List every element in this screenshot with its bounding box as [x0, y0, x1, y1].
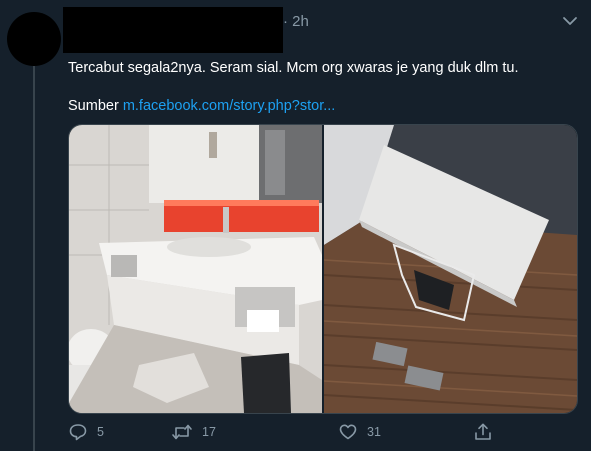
reply-button[interactable]: 5: [68, 421, 104, 443]
source-label: Sumber: [68, 98, 119, 114]
tweet-card[interactable]: · 2h Tercabut segala2nya. Seram sial. Mc…: [0, 0, 591, 451]
chevron-down-icon[interactable]: [562, 14, 578, 28]
source-link[interactable]: m.facebook.com/story.php?stor...: [123, 98, 336, 114]
action-bar: 5 17 31: [68, 421, 508, 443]
bathroom-sink-photo[interactable]: [69, 125, 322, 413]
like-button[interactable]: 31: [338, 421, 381, 443]
retweet-arrows-icon: [171, 422, 193, 442]
like-count: 31: [367, 425, 381, 439]
media-grid: [68, 124, 578, 414]
avatar[interactable]: [7, 12, 61, 66]
wall-panel-photo[interactable]: [324, 125, 577, 413]
speech-bubble-icon: [68, 422, 88, 442]
tweet-text: Tercabut segala2nya. Seram sial. Mcm org…: [68, 60, 519, 76]
heart-icon: [338, 422, 358, 442]
share-upload-icon: [473, 422, 493, 442]
tweet-timestamp[interactable]: · 2h: [283, 12, 309, 32]
retweet-button[interactable]: 17: [171, 421, 216, 443]
redacted-username[interactable]: [63, 7, 283, 53]
source-line: Sumber m.facebook.com/story.php?stor...: [68, 96, 335, 116]
share-button[interactable]: [473, 421, 493, 443]
retweet-count: 17: [202, 425, 216, 439]
thread-line: [33, 66, 35, 451]
reply-count: 5: [97, 425, 104, 439]
